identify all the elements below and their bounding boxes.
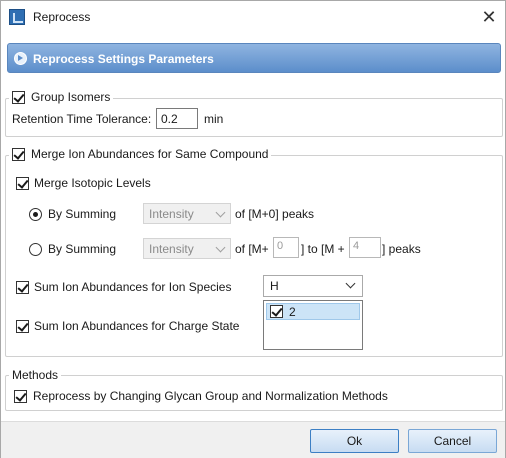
close-button[interactable]: ✕ (475, 5, 503, 29)
merge-ion-checkbox[interactable] (12, 148, 25, 161)
charge-state-label: Sum Ion Abundances for Charge State (34, 319, 240, 333)
list-item[interactable]: 2 (266, 303, 360, 320)
ok-button[interactable]: Ok (310, 429, 399, 453)
range-suffix-label: ] peaks (382, 242, 421, 256)
rt-tolerance-label: Retention Time Tolerance: (12, 112, 152, 126)
merge-isotopic-label: Merge Isotopic Levels (34, 176, 151, 190)
ion-species-select[interactable]: H (263, 275, 363, 297)
reprocess-glycan-label: Reprocess by Changing Glycan Group and N… (33, 389, 388, 403)
range-to-input[interactable]: 4 (349, 237, 381, 258)
title-bar: Reprocess ✕ (1, 1, 505, 33)
by-summing-label-2: By Summing (48, 242, 117, 256)
charge-state-list[interactable]: 2 (263, 300, 363, 350)
reprocess-dialog: Reprocess ✕ Reprocess Settings Parameter… (0, 0, 506, 458)
chevron-down-icon (215, 242, 226, 253)
range-from-input[interactable]: 0 (273, 237, 299, 258)
app-icon (9, 9, 25, 25)
by-summing-label-1: By Summing (48, 207, 117, 221)
group-isomers-checkbox[interactable] (12, 91, 25, 104)
group-isomers-label: Group Isomers (31, 90, 111, 104)
summing-mode-select-1[interactable]: Intensity (143, 203, 231, 224)
play-circle-icon (14, 52, 27, 65)
charge-2-label: 2 (289, 305, 296, 319)
window-title: Reprocess (33, 10, 91, 24)
settings-header: Reprocess Settings Parameters (7, 43, 501, 73)
cancel-button[interactable]: Cancel (408, 429, 497, 453)
ion-species-label: Sum Ion Abundances for Ion Species (34, 280, 232, 294)
header-title: Reprocess Settings Parameters (33, 52, 214, 66)
summing-mode-value-2: Intensity (149, 242, 194, 256)
rt-tolerance-input[interactable]: 0.2 (156, 108, 198, 129)
by-summing-radio-1[interactable] (29, 208, 42, 221)
dialog-footer: Ok Cancel (1, 421, 505, 458)
merge-isotopic-checkbox[interactable] (16, 177, 29, 190)
charge-2-checkbox[interactable] (270, 305, 283, 318)
summing-mode-select-2[interactable]: Intensity (143, 238, 231, 259)
ion-species-checkbox[interactable] (16, 281, 29, 294)
ion-species-value: H (270, 279, 279, 293)
merge-ion-label: Merge Ion Abundances for Same Compound (31, 147, 269, 161)
methods-group-title: Methods (12, 368, 59, 382)
chevron-down-icon (345, 278, 356, 289)
m0-peaks-label: of [M+0] peaks (235, 207, 315, 221)
summing-mode-value-1: Intensity (149, 207, 194, 221)
range-prefix-label: of [M+ (235, 242, 269, 256)
charge-state-checkbox[interactable] (16, 320, 29, 333)
by-summing-radio-2[interactable] (29, 243, 42, 256)
range-mid-label: ] to [M + (301, 242, 345, 256)
reprocess-glycan-checkbox[interactable] (14, 390, 27, 403)
chevron-down-icon (215, 207, 226, 218)
rt-unit-label: min (204, 112, 224, 126)
